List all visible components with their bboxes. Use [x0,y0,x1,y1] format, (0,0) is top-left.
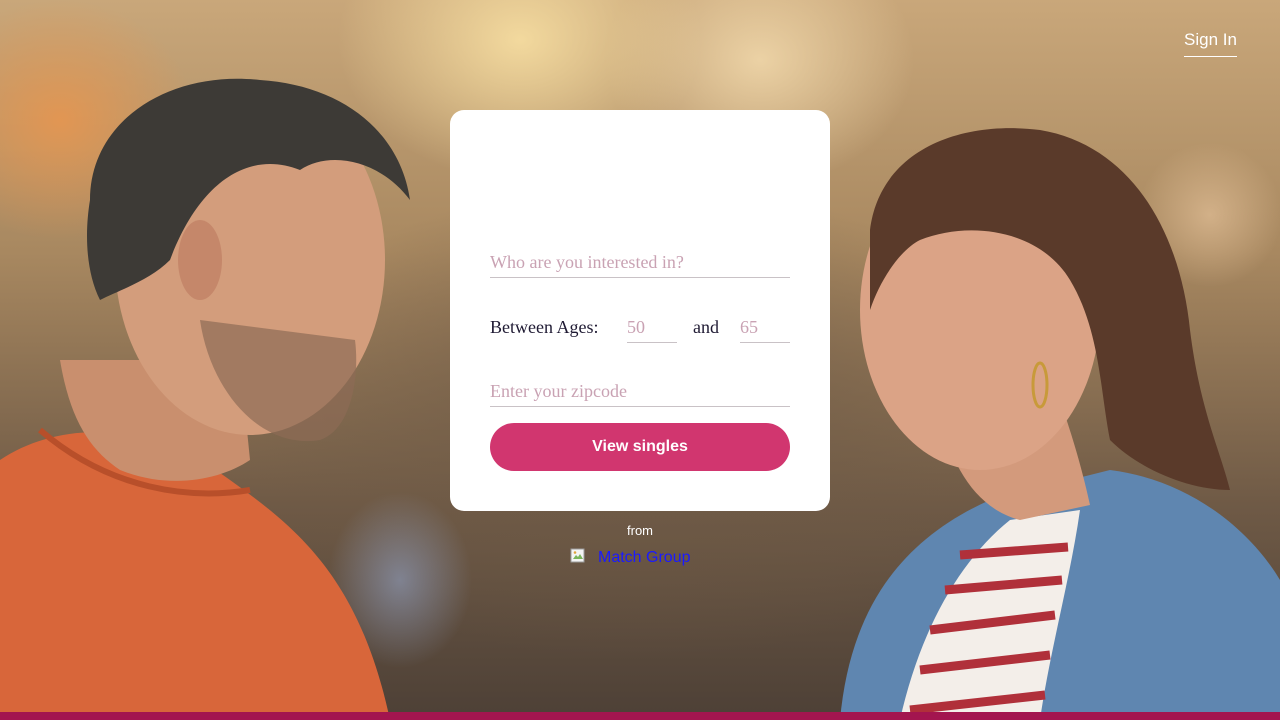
match-group-alt-text: Match Group [598,549,691,566]
zipcode-input[interactable]: Enter your zipcode [490,376,790,407]
ages-and-label: and [693,317,719,337]
ages-label: Between Ages: [490,317,599,337]
age-range-row: Between Ages: 50 and 65 [490,312,790,343]
background-person-right [840,128,1280,720]
match-group-logo[interactable]: Match Group [570,548,690,568]
broken-image-icon [570,548,585,563]
background-person-left [0,78,411,720]
age-max-input[interactable]: 65 [740,312,790,343]
interest-select[interactable]: Who are you interested in? [490,247,790,278]
view-singles-button[interactable]: View singles [490,423,790,471]
search-card: Who are you interested in? Between Ages:… [450,110,830,511]
bottom-accent-bar [0,712,1280,720]
sign-in-link[interactable]: Sign In [1184,30,1237,57]
from-label: from [627,523,653,538]
age-min-input[interactable]: 50 [627,312,677,343]
